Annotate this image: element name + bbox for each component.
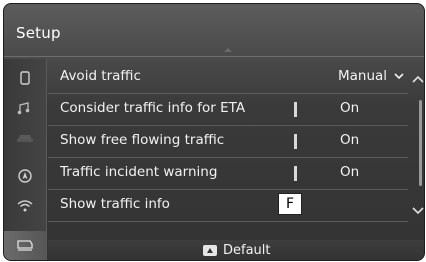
traffic-icon: [12, 234, 38, 256]
list-item-show-traffic-info[interactable]: Show traffic info: [48, 190, 408, 222]
list-item-label: Show free flowing traffic: [60, 132, 225, 148]
car-icon[interactable]: [12, 127, 38, 149]
row-divider: [48, 221, 408, 222]
chevron-down-icon: [394, 73, 404, 80]
default-button[interactable]: Default: [203, 241, 271, 259]
sidebar: [4, 59, 47, 260]
page-title: Setup: [16, 24, 61, 42]
list-item-label: Avoid traffic: [60, 68, 141, 84]
list-item-avoid-traffic[interactable]: Avoid traffic Manual: [48, 62, 408, 94]
scrollbar[interactable]: [419, 100, 422, 186]
list-item-label: Show traffic info: [60, 196, 170, 212]
toggle-divider: [294, 166, 297, 181]
scroll-up-grip-icon: [224, 48, 232, 52]
list-item-consider-traffic-eta[interactable]: Consider traffic info for ETA On: [48, 94, 408, 126]
scroll-up-button[interactable]: [412, 68, 424, 87]
dropdown-value: Manual: [338, 68, 388, 84]
list-item-label: Consider traffic info for ETA: [60, 100, 246, 116]
wifi-icon[interactable]: [12, 195, 38, 217]
list-item-label: Traffic incident warning: [60, 164, 218, 180]
scroll-down-button[interactable]: [412, 200, 424, 219]
avoid-traffic-dropdown[interactable]: Manual: [338, 68, 404, 84]
chevron-down-icon: [412, 207, 424, 215]
phone-icon[interactable]: [12, 67, 38, 89]
callout-label: F: [278, 193, 302, 215]
default-button-label: Default: [223, 242, 271, 258]
header-divider: [4, 56, 424, 57]
toggle-status[interactable]: On: [340, 132, 359, 148]
toggle-status[interactable]: On: [340, 100, 359, 116]
toggle-divider: [294, 134, 297, 149]
music-note-icon[interactable]: [12, 97, 38, 119]
navigation-icon[interactable]: [12, 165, 38, 187]
list-item-show-free-flowing[interactable]: Show free flowing traffic On: [48, 126, 408, 158]
sidebar-item-traffic[interactable]: [4, 231, 46, 260]
toggle-divider: [294, 102, 297, 117]
toggle-status[interactable]: On: [340, 164, 359, 180]
default-icon: [203, 244, 217, 256]
footer-bar: Default: [48, 240, 424, 260]
chevron-up-icon: [412, 75, 424, 83]
setup-screen: Setup Avoid traffic Manual Consider traf…: [3, 3, 425, 261]
list-item-traffic-incident-warning[interactable]: Traffic incident warning On: [48, 158, 408, 190]
